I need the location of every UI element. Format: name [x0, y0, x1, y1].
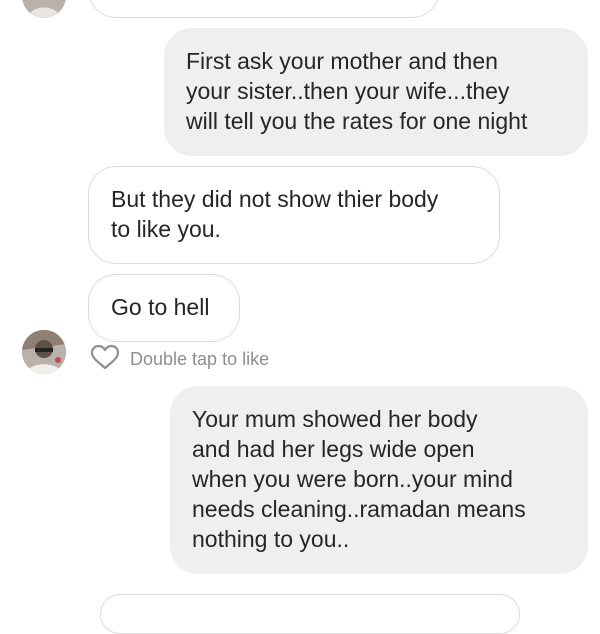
message-line: your sister..then your wife...they: [186, 78, 510, 104]
message-line: to like you.: [111, 216, 221, 242]
received-message-partial[interactable]: [88, 0, 440, 18]
like-prompt[interactable]: Double tap to like: [90, 344, 270, 375]
avatar-photo-icon: [22, 330, 66, 374]
message-line: will tell you the rates for one night: [186, 108, 528, 134]
received-message[interactable]: But they did not show thier body to like…: [88, 166, 500, 264]
like-prompt-label: Double tap to like: [130, 348, 270, 369]
heart-outline-icon[interactable]: [90, 344, 120, 375]
message-line: First ask your mother and then: [186, 48, 498, 74]
message-line: and had her legs wide open: [192, 436, 475, 462]
message-thread: First ask your mother and then your sist…: [0, 0, 600, 634]
sent-message[interactable]: First ask your mother and then your sist…: [164, 28, 588, 156]
message-line: Your mum showed her body: [192, 406, 478, 432]
contact-avatar-top[interactable]: [22, 0, 66, 18]
message-line: Go to hell: [111, 294, 210, 320]
message-line: needs cleaning..ramadan means: [192, 496, 526, 522]
received-message[interactable]: Go to hell: [88, 274, 240, 342]
message-line: when you were born..your mind: [192, 466, 513, 492]
avatar-photo-icon: [22, 0, 66, 18]
sent-message[interactable]: Your mum showed her body and had her leg…: [170, 386, 588, 574]
contact-avatar[interactable]: [22, 330, 66, 374]
received-message-partial[interactable]: [100, 594, 520, 634]
message-line: nothing to you..: [192, 526, 350, 552]
message-line: But they did not show thier body: [111, 186, 439, 212]
